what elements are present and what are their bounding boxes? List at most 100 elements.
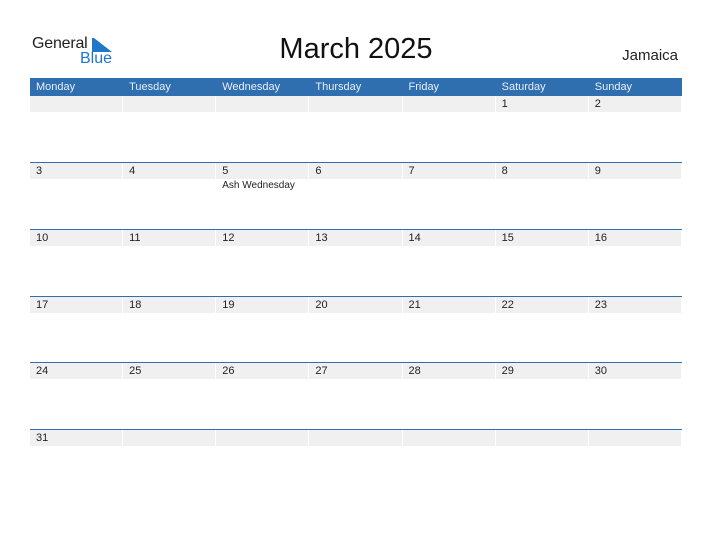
day-number	[123, 430, 216, 446]
day-cell: 14	[402, 230, 496, 296]
day-number	[402, 430, 495, 446]
day-number: 12	[216, 230, 309, 246]
day-cell: 7	[402, 163, 496, 229]
day-cell: 15	[495, 230, 589, 296]
country-label: Jamaica	[622, 47, 678, 64]
day-number: 7	[402, 163, 495, 179]
page-title: March 2025	[279, 33, 433, 65]
day-number: 16	[588, 230, 681, 246]
day-cell: 30	[588, 363, 682, 429]
week-row: 31	[30, 429, 682, 496]
day-cell: 9	[588, 163, 682, 229]
day-number: 10	[30, 230, 123, 246]
day-cell: 1	[495, 96, 589, 162]
day-number: 11	[123, 230, 216, 246]
day-number: 23	[588, 297, 681, 313]
day-cell: 26	[216, 363, 309, 429]
day-cell	[588, 430, 682, 496]
day-cell: 31	[30, 430, 123, 496]
week-row: 12	[30, 96, 682, 162]
day-cell: 16	[588, 230, 682, 296]
day-cell	[309, 96, 402, 162]
holiday-event: Ash Wednesday	[222, 180, 295, 191]
day-cell	[123, 96, 216, 162]
day-cell: 25	[123, 363, 216, 429]
day-number: 5	[216, 163, 309, 179]
day-number: 3	[30, 163, 123, 179]
day-cell: 13	[309, 230, 402, 296]
weekday-friday: Friday	[408, 81, 440, 93]
day-number: 25	[123, 363, 216, 379]
weekday-wednesday: Wednesday	[222, 81, 281, 93]
week-row: 17 18 19 20 21 22 23	[30, 296, 682, 363]
day-cell	[495, 430, 589, 496]
day-number: 30	[588, 363, 681, 379]
day-cell: 8	[495, 163, 589, 229]
weekday-saturday: Saturday	[501, 81, 546, 93]
day-cell: 5 Ash Wednesday	[216, 163, 309, 229]
weekday-thursday: Thursday	[315, 81, 362, 93]
day-number	[216, 430, 309, 446]
day-cell: 17	[30, 297, 123, 363]
day-cell	[309, 430, 402, 496]
day-number: 2	[588, 96, 681, 112]
day-number: 14	[402, 230, 495, 246]
day-number: 18	[123, 297, 216, 313]
week-row: 10 11 12 13 14 15 16	[30, 229, 682, 296]
day-number: 22	[495, 297, 588, 313]
day-cell: 20	[309, 297, 402, 363]
week-row: 3 4 5 Ash Wednesday 6 7 8 9	[30, 162, 682, 229]
day-cell: 19	[216, 297, 309, 363]
day-number: 13	[309, 230, 402, 246]
day-number: 24	[30, 363, 123, 379]
day-number	[309, 430, 402, 446]
day-number: 6	[309, 163, 402, 179]
day-cell: 21	[402, 297, 496, 363]
day-number: 4	[123, 163, 216, 179]
day-cell	[30, 96, 123, 162]
day-cell	[216, 96, 309, 162]
day-number	[309, 96, 402, 112]
day-cell: 28	[402, 363, 496, 429]
day-number: 1	[495, 96, 588, 112]
day-number: 8	[495, 163, 588, 179]
day-cell: 22	[495, 297, 589, 363]
day-cell: 3	[30, 163, 123, 229]
day-cell: 2	[588, 96, 682, 162]
day-number: 26	[216, 363, 309, 379]
day-number: 29	[495, 363, 588, 379]
day-number: 31	[30, 430, 123, 446]
day-number: 19	[216, 297, 309, 313]
day-number: 21	[402, 297, 495, 313]
day-cell: 11	[123, 230, 216, 296]
day-number	[30, 96, 123, 112]
weekday-header: Monday Tuesday Wednesday Thursday Friday…	[30, 78, 682, 96]
day-number	[123, 96, 216, 112]
weekday-sunday: Sunday	[594, 81, 633, 93]
day-cell: 4	[123, 163, 216, 229]
day-cell	[216, 430, 309, 496]
day-number: 27	[309, 363, 402, 379]
day-cell: 29	[495, 363, 589, 429]
day-number: 9	[588, 163, 681, 179]
weekday-monday: Monday	[36, 81, 76, 93]
day-number: 15	[495, 230, 588, 246]
day-cell: 6	[309, 163, 402, 229]
day-cell: 10	[30, 230, 123, 296]
day-number: 28	[402, 363, 495, 379]
day-number: 17	[30, 297, 123, 313]
day-cell: 24	[30, 363, 123, 429]
week-row: 24 25 26 27 28 29 30	[30, 362, 682, 429]
weekday-tuesday: Tuesday	[129, 81, 171, 93]
day-number	[495, 430, 588, 446]
day-cell	[402, 430, 496, 496]
day-cell: 12	[216, 230, 309, 296]
day-cell: 23	[588, 297, 682, 363]
day-cell	[123, 430, 216, 496]
day-cell: 27	[309, 363, 402, 429]
day-number: 20	[309, 297, 402, 313]
day-number	[402, 96, 495, 112]
day-number	[216, 96, 309, 112]
day-number	[588, 430, 681, 446]
day-cell	[402, 96, 496, 162]
